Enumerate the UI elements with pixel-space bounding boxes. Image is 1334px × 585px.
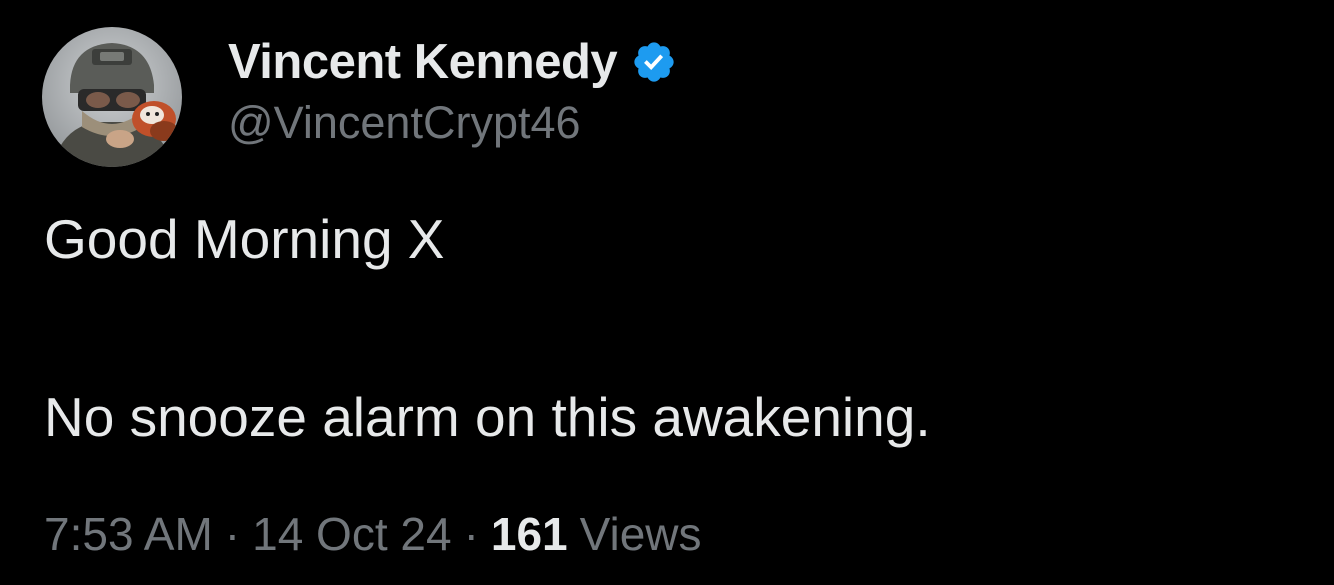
- author-handle[interactable]: @VincentCrypt46: [228, 97, 581, 149]
- author-name-row: Vincent Kennedy: [228, 34, 677, 90]
- tweet-text-line: Good Morning X: [44, 208, 445, 270]
- tweet-meta: 7:53 AM · 14 Oct 24 · 161 Views: [44, 507, 702, 561]
- tweet-time[interactable]: 7:53 AM: [44, 507, 213, 561]
- tweet-date[interactable]: 14 Oct 24: [252, 507, 451, 561]
- author-name[interactable]: Vincent Kennedy: [228, 34, 618, 90]
- avatar-image: [42, 27, 182, 167]
- views-label: Views: [579, 508, 702, 560]
- verified-badge-icon[interactable]: [631, 39, 677, 85]
- views-count: 161: [490, 508, 568, 560]
- meta-separator: ·: [463, 508, 479, 560]
- tweet-text-line: No snooze alarm on this awakening.: [44, 386, 931, 448]
- avatar[interactable]: [42, 27, 182, 167]
- tweet-card: Vincent Kennedy @VincentCrypt46 Good Mor…: [0, 0, 1334, 585]
- meta-separator: ·: [224, 508, 241, 560]
